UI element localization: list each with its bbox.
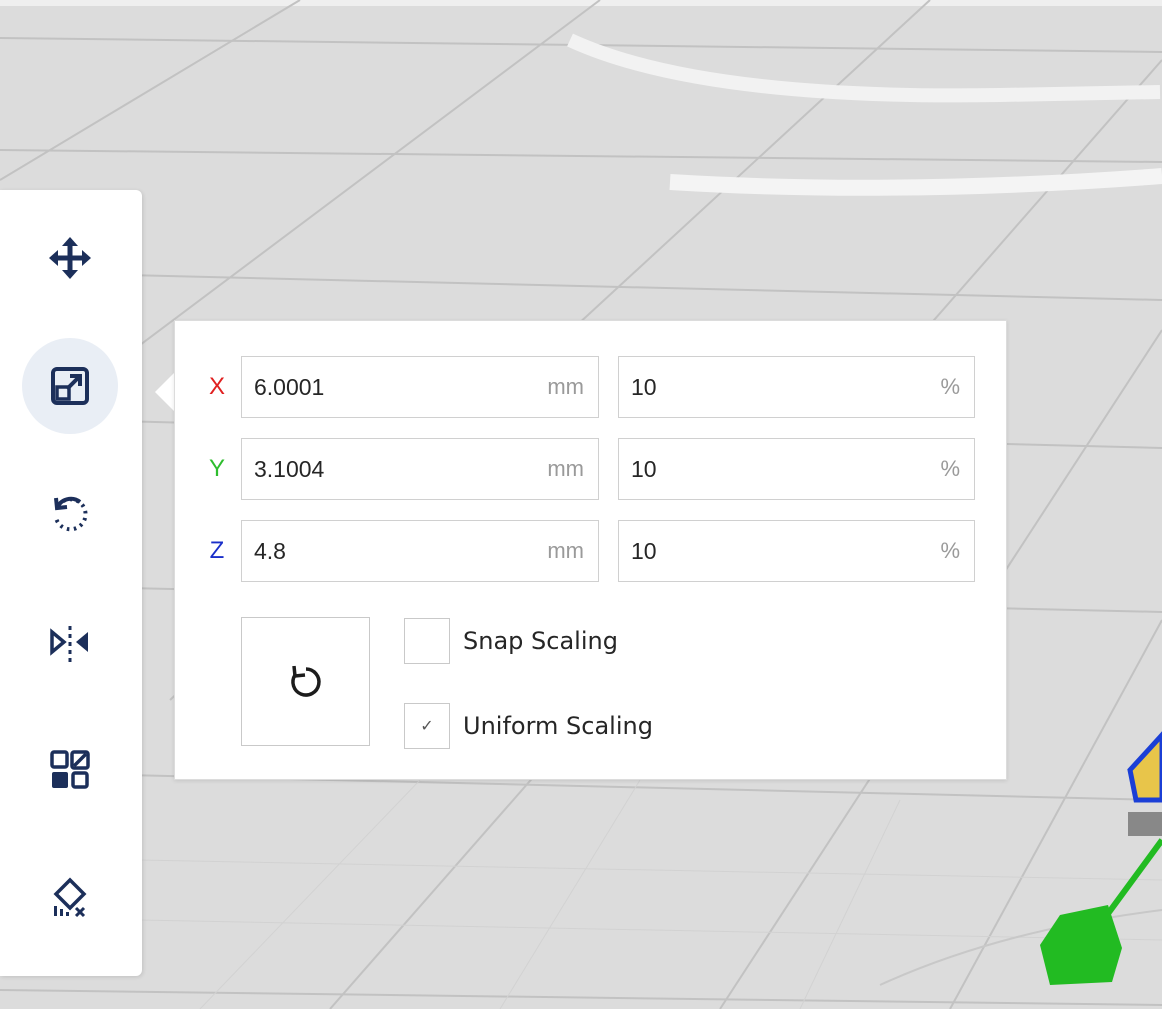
mirror-tool-button[interactable] (22, 594, 118, 690)
z-mm-input[interactable]: 4.8 mm (241, 520, 599, 582)
uniform-scaling-option[interactable]: ✓ Uniform Scaling (404, 702, 653, 750)
axis-y-label: Y (208, 455, 225, 482)
y-percent-unit: % (940, 456, 960, 481)
x-percent-input[interactable]: 10 % (618, 356, 975, 418)
snap-scaling-label: Snap Scaling (463, 627, 618, 655)
panel-pointer (155, 372, 175, 412)
scale-panel: X 6.0001 mm 10 % Y 3.1004 mm 10 % Z 4.8 … (174, 320, 1007, 780)
x-mm-input[interactable]: 6.0001 mm (241, 356, 599, 418)
rotate-icon (54, 496, 88, 532)
mirror-icon (50, 626, 88, 662)
y-percent-input[interactable]: 10 % (618, 438, 975, 500)
axis-x-label: X (208, 373, 225, 400)
uniform-scaling-label: Uniform Scaling (463, 712, 653, 740)
x-mm-value: 6.0001 (254, 374, 325, 400)
tool-bar (0, 190, 142, 976)
y-mm-value: 3.1004 (254, 456, 325, 482)
move-tool-button[interactable] (22, 210, 118, 306)
uniform-scaling-checkbox[interactable]: ✓ (404, 703, 450, 749)
z-percent-value: 10 (631, 538, 657, 564)
support-blocker-tool-button[interactable] (22, 850, 118, 946)
axis-z-label: Z (209, 537, 225, 564)
rotate-tool-button[interactable] (22, 466, 118, 562)
reset-scale-button[interactable] (241, 617, 370, 746)
snap-scaling-checkbox[interactable] (404, 618, 450, 664)
x-percent-unit: % (940, 374, 960, 399)
y-mm-input[interactable]: 3.1004 mm (241, 438, 599, 500)
reset-icon (290, 665, 321, 697)
y-percent-value: 10 (631, 456, 657, 482)
checkmark-icon: ✓ (420, 718, 434, 735)
z-mm-unit: mm (547, 538, 584, 563)
z-percent-input[interactable]: 10 % (618, 520, 975, 582)
per-model-settings-tool-button[interactable] (22, 722, 118, 818)
support-blocker-icon (53, 877, 87, 918)
x-mm-unit: mm (547, 374, 584, 399)
y-mm-unit: mm (547, 456, 584, 481)
snap-scaling-option[interactable]: Snap Scaling (404, 617, 618, 665)
z-mm-value: 4.8 (254, 538, 286, 564)
x-percent-value: 10 (631, 374, 657, 400)
z-percent-unit: % (940, 538, 960, 563)
scale-icon (51, 367, 89, 405)
per-model-settings-icon (50, 750, 90, 789)
scale-tool-button[interactable] (22, 338, 118, 434)
move-icon (49, 237, 91, 279)
